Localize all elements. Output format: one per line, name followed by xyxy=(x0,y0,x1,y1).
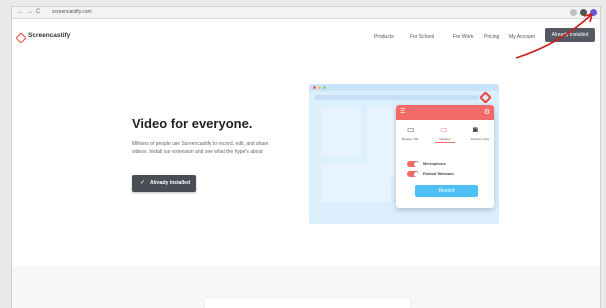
annotation-arrow-line xyxy=(515,13,593,59)
annotation-arrow xyxy=(515,13,593,59)
